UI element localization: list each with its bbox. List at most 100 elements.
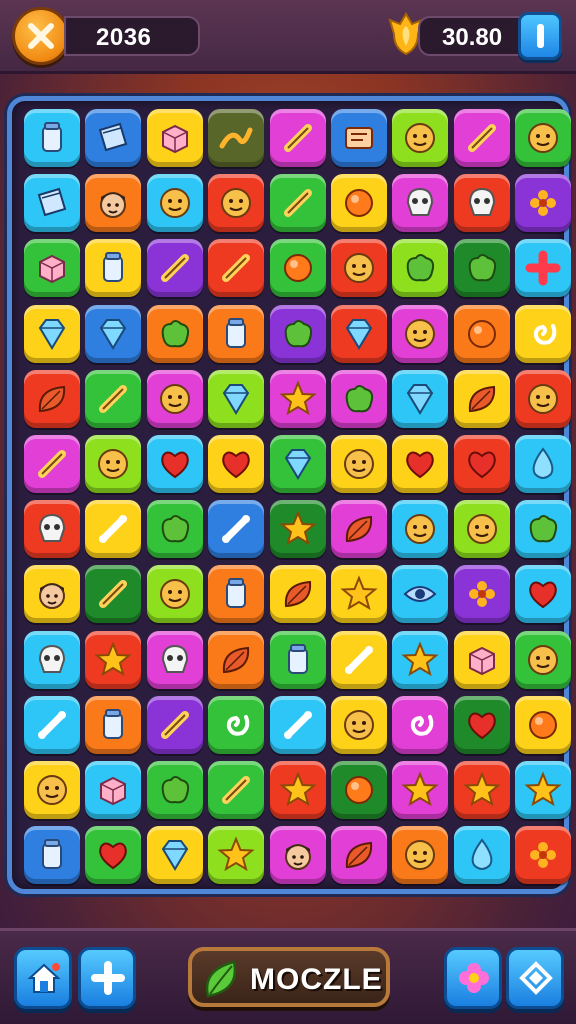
tile-skull[interactable] xyxy=(24,630,80,689)
tile-gem[interactable] xyxy=(208,369,265,428)
tile-face[interactable] xyxy=(331,435,387,493)
tile-eye[interactable] xyxy=(392,565,449,624)
tile-circle[interactable] xyxy=(331,761,387,819)
tile-swirl[interactable] xyxy=(392,695,449,754)
tile-jar[interactable] xyxy=(85,239,142,298)
tile-plus[interactable] xyxy=(515,239,572,298)
tile-star[interactable] xyxy=(269,500,326,559)
tile-jar[interactable] xyxy=(208,304,265,363)
gem-button[interactable] xyxy=(506,947,564,1009)
tile-face[interactable] xyxy=(331,239,387,298)
tile-heart[interactable] xyxy=(453,695,510,754)
tile-blob[interactable] xyxy=(392,239,449,298)
tile-bone[interactable] xyxy=(208,500,265,559)
tile-face[interactable] xyxy=(331,695,387,754)
tile-leaf[interactable] xyxy=(24,369,80,428)
tile-swoosh[interactable] xyxy=(208,109,265,167)
tile-sign[interactable] xyxy=(331,109,387,167)
tile-stick[interactable] xyxy=(269,109,326,167)
tile-gem[interactable] xyxy=(146,826,203,885)
tile-face[interactable] xyxy=(515,109,572,167)
tile-leaf[interactable] xyxy=(453,369,510,428)
tile-stick[interactable] xyxy=(146,695,203,754)
tile-blob[interactable] xyxy=(515,500,572,559)
tile-heart[interactable] xyxy=(208,435,265,493)
tile-jar[interactable] xyxy=(24,826,80,885)
tile-bone[interactable] xyxy=(85,500,142,559)
tile-face[interactable] xyxy=(392,826,449,885)
tile-star[interactable] xyxy=(392,630,449,689)
tile-heart[interactable] xyxy=(453,435,510,493)
add-button[interactable] xyxy=(78,947,136,1009)
tile-gem[interactable] xyxy=(331,304,387,363)
tile-heart[interactable] xyxy=(146,435,203,493)
tile-jar[interactable] xyxy=(269,630,326,689)
tile-stick[interactable] xyxy=(269,174,326,233)
tile-blob[interactable] xyxy=(453,239,510,298)
tile-flower[interactable] xyxy=(453,565,510,624)
tile-blob[interactable] xyxy=(146,304,203,363)
tile-blob[interactable] xyxy=(146,500,203,559)
tile-face[interactable] xyxy=(24,761,80,819)
tile-heart[interactable] xyxy=(515,565,572,624)
tile-face[interactable] xyxy=(515,630,572,689)
tile-skull[interactable] xyxy=(392,174,449,233)
tile-heart[interactable] xyxy=(85,826,142,885)
tile-blob[interactable] xyxy=(269,304,326,363)
tile-face[interactable] xyxy=(515,369,572,428)
tile-circle[interactable] xyxy=(453,304,510,363)
tile-jar[interactable] xyxy=(85,695,142,754)
tile-circle[interactable] xyxy=(269,239,326,298)
tile-face[interactable] xyxy=(453,500,510,559)
tile-circle[interactable] xyxy=(331,174,387,233)
tile-star[interactable] xyxy=(208,826,265,885)
tile-stick[interactable] xyxy=(24,435,80,493)
tile-star[interactable] xyxy=(392,761,449,819)
tile-bone[interactable] xyxy=(331,630,387,689)
tile-star[interactable] xyxy=(453,761,510,819)
tile-book[interactable] xyxy=(85,109,142,167)
tile-stick[interactable] xyxy=(146,239,203,298)
tile-gem[interactable] xyxy=(85,304,142,363)
tile-circle[interactable] xyxy=(515,695,572,754)
tile-face[interactable] xyxy=(85,435,142,493)
tile-skull[interactable] xyxy=(146,630,203,689)
tile-face[interactable] xyxy=(392,109,449,167)
tile-star[interactable] xyxy=(269,761,326,819)
tile-box[interactable] xyxy=(453,630,510,689)
tile-leaf[interactable] xyxy=(331,826,387,885)
tile-box[interactable] xyxy=(146,109,203,167)
tile-face[interactable] xyxy=(146,369,203,428)
tile-leaf[interactable] xyxy=(331,500,387,559)
tile-jar[interactable] xyxy=(24,109,80,167)
tile-stick[interactable] xyxy=(208,239,265,298)
tile-book[interactable] xyxy=(24,174,80,233)
tile-swirl[interactable] xyxy=(208,695,265,754)
tile-boyface[interactable] xyxy=(269,826,326,885)
home-button[interactable] xyxy=(14,947,72,1009)
tile-boyface[interactable] xyxy=(24,565,80,624)
tile-box[interactable] xyxy=(24,239,80,298)
tile-gem[interactable] xyxy=(392,369,449,428)
tile-stick[interactable] xyxy=(453,109,510,167)
tile-flower[interactable] xyxy=(515,826,572,885)
tile-bone[interactable] xyxy=(24,695,80,754)
flower-button[interactable] xyxy=(444,947,502,1009)
tile-gem[interactable] xyxy=(24,304,80,363)
tile-skull[interactable] xyxy=(453,174,510,233)
tile-drop[interactable] xyxy=(515,435,572,493)
tile-box[interactable] xyxy=(85,761,142,819)
tile-leaf[interactable] xyxy=(208,630,265,689)
tile-gem[interactable] xyxy=(269,435,326,493)
tile-face[interactable] xyxy=(392,500,449,559)
tile-face[interactable] xyxy=(146,565,203,624)
tile-heart[interactable] xyxy=(392,435,449,493)
tile-stick[interactable] xyxy=(208,761,265,819)
tile-blob[interactable] xyxy=(146,761,203,819)
tile-flower[interactable] xyxy=(515,174,572,233)
tile-star[interactable] xyxy=(269,369,326,428)
tile-leaf[interactable] xyxy=(269,565,326,624)
tile-stick[interactable] xyxy=(85,369,142,428)
tile-face[interactable] xyxy=(146,174,203,233)
tile-boyface[interactable] xyxy=(85,174,142,233)
